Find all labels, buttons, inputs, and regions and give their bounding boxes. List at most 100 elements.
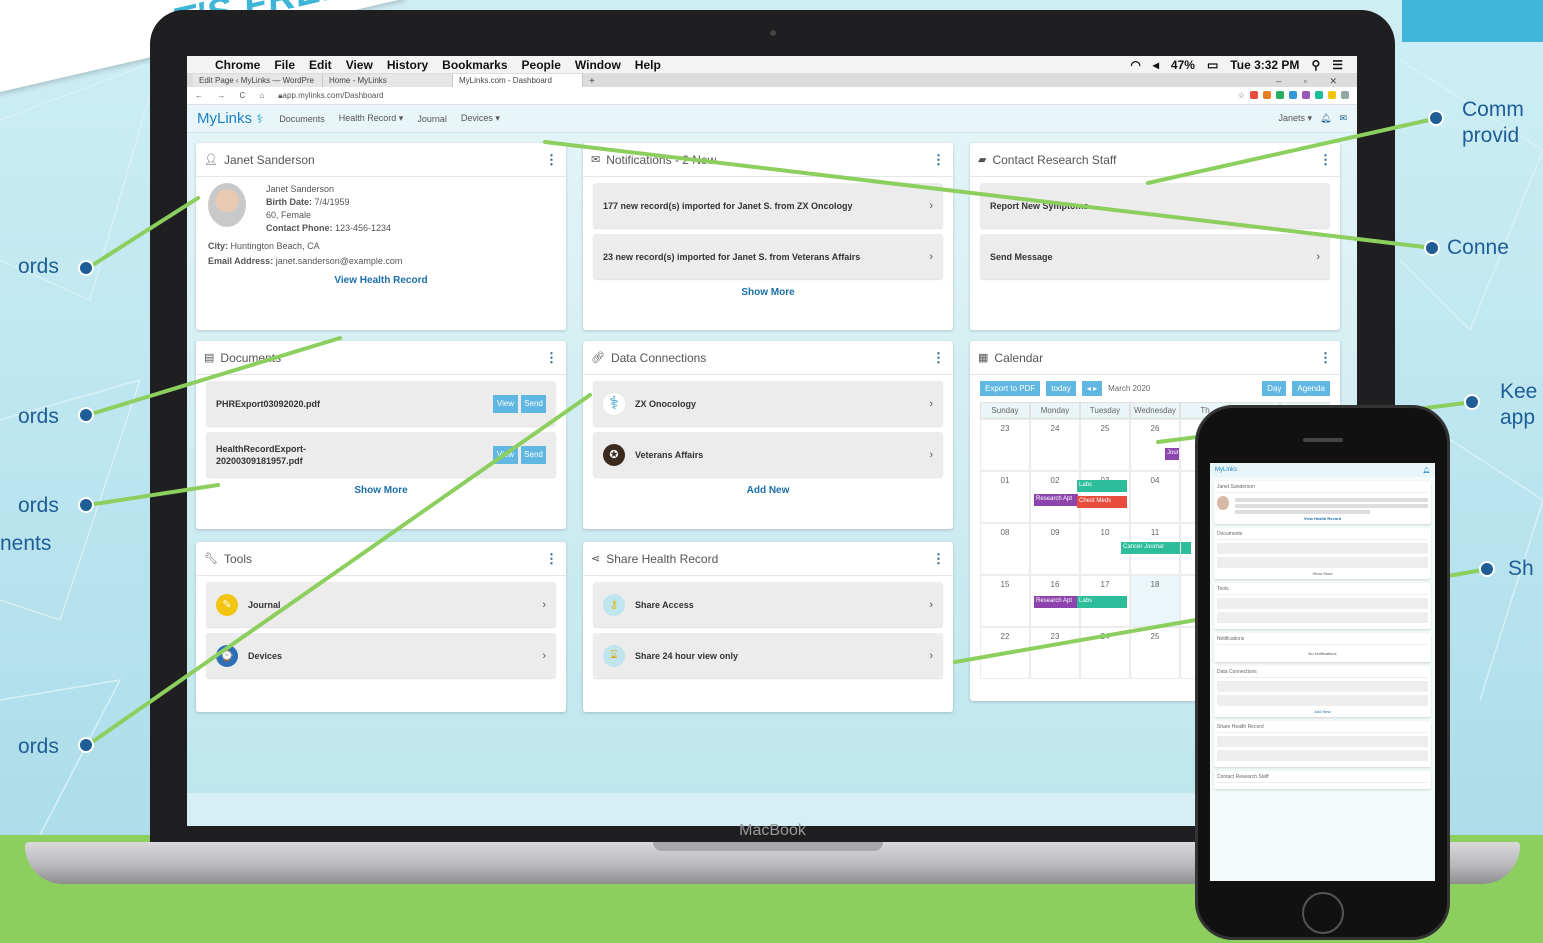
calendar-day[interactable]: 08: [980, 523, 1030, 575]
phone-add-new[interactable]: Add New: [1217, 709, 1428, 714]
phone-show-more[interactable]: Show More: [1217, 571, 1428, 576]
home-button[interactable]: [1302, 892, 1344, 934]
tab-edit-page[interactable]: Edit Page ‹ MyLinks — WordPre: [193, 74, 323, 87]
nav-buttons[interactable]: ← → C ⌂: [195, 91, 270, 100]
notification-center-icon[interactable]: ☰: [1332, 58, 1343, 72]
calendar-day[interactable]: 24: [1030, 419, 1080, 471]
phone-tool-row[interactable]: [1217, 598, 1428, 609]
calendar-day[interactable]: 26 Journal: [1130, 419, 1187, 471]
user-menu[interactable]: Janets ▾: [1278, 113, 1312, 124]
tab-dashboard[interactable]: MyLinks.com - Dashboard: [453, 74, 583, 87]
calendar-event[interactable]: Research Apt: [1034, 494, 1078, 506]
agenda-view-button[interactable]: Agenda: [1292, 381, 1330, 396]
mail-icon[interactable]: ✉: [1339, 113, 1347, 124]
calendar-event[interactable]: Journal: [1165, 448, 1187, 460]
menu-help[interactable]: Help: [635, 58, 661, 72]
calendar-day[interactable]: 22: [980, 627, 1030, 679]
mylinks-logo[interactable]: MyLinks ⚕: [197, 110, 263, 127]
calendar-day[interactable]: 09: [1030, 523, 1080, 575]
prev-next-buttons[interactable]: ◂ ▸: [1081, 381, 1103, 396]
url-field[interactable]: app.mylinks.com/Dashboard: [283, 91, 384, 100]
nav-documents[interactable]: Documents: [279, 114, 325, 124]
notification-item[interactable]: 177 new record(s) imported for Janet S. …: [593, 183, 943, 228]
calendar-day[interactable]: 04: [1130, 471, 1180, 523]
calendar-day[interactable]: 15: [980, 575, 1030, 627]
menu-bookmarks[interactable]: Bookmarks: [442, 58, 507, 72]
menu-window[interactable]: Window: [575, 58, 621, 72]
share-access-button[interactable]: ⚷ Share Access ›: [593, 582, 943, 627]
kebab-menu-icon[interactable]: ⋮: [932, 551, 945, 567]
phone-connection-row[interactable]: [1217, 695, 1428, 706]
extension-icon[interactable]: [1250, 91, 1258, 99]
calendar-day[interactable]: 16 Research Apt: [1030, 575, 1080, 627]
phone-connection-row[interactable]: [1217, 681, 1428, 692]
show-more-documents[interactable]: Show More: [196, 485, 566, 496]
window-controls[interactable]: – ▫ ✕: [1276, 76, 1357, 87]
extension-icon[interactable]: [1328, 91, 1336, 99]
extension-icon[interactable]: [1302, 91, 1310, 99]
phone-document-row[interactable]: [1217, 543, 1428, 554]
notification-item[interactable]: 23 new record(s) imported for Janet S. f…: [593, 234, 943, 279]
kebab-menu-icon[interactable]: ⋮: [545, 551, 558, 567]
calendar-day[interactable]: 25: [1130, 627, 1180, 679]
calendar-day[interactable]: 24: [1080, 627, 1130, 679]
calendar-day[interactable]: 03LabsChest Meds: [1077, 471, 1130, 523]
kebab-menu-icon[interactable]: ⋮: [1319, 350, 1332, 366]
add-new-connection[interactable]: Add New: [583, 485, 953, 496]
view-health-record-link[interactable]: View Health Record: [196, 275, 566, 286]
calendar-day[interactable]: 01: [980, 471, 1030, 523]
phone-document-row[interactable]: [1217, 557, 1428, 568]
menu-app[interactable]: Chrome: [215, 58, 260, 72]
calendar-event[interactable]: Research Apt: [1034, 596, 1078, 608]
calendar-event[interactable]: Labs: [1077, 596, 1127, 608]
tool-journal[interactable]: ✎ Journal ›: [206, 582, 556, 627]
send-message-button[interactable]: Send Message ›: [980, 234, 1330, 279]
connection-zx-oncology[interactable]: ⚕ ZX Onocology ›: [593, 381, 943, 426]
phone-view-health-record[interactable]: View Health Record: [1217, 516, 1428, 521]
phone-share-row[interactable]: [1217, 750, 1428, 761]
nav-devices[interactable]: Devices ▾: [461, 113, 500, 124]
kebab-menu-icon[interactable]: ⋮: [932, 350, 945, 366]
kebab-menu-icon[interactable]: ⋮: [932, 152, 945, 168]
connection-veterans-affairs[interactable]: ✪ Veterans Affairs ›: [593, 432, 943, 477]
menu-people[interactable]: People: [522, 58, 561, 72]
calendar-day[interactable]: 23: [1030, 627, 1080, 679]
share-24h-button[interactable]: ⌛︎ Share 24 hour view only ›: [593, 633, 943, 678]
extension-icon[interactable]: [1289, 91, 1297, 99]
extension-icon[interactable]: [1263, 91, 1271, 99]
menu-history[interactable]: History: [387, 58, 428, 72]
extension-icon[interactable]: [1341, 91, 1349, 99]
calendar-day[interactable]: 17 Labs: [1077, 575, 1130, 627]
extension-icon[interactable]: [1315, 91, 1323, 99]
new-tab-button[interactable]: +: [583, 76, 601, 87]
nav-health-record[interactable]: Health Record ▾: [339, 113, 404, 124]
wifi-icon[interactable]: ◠: [1130, 58, 1140, 72]
tab-home[interactable]: Home - MyLinks: [323, 74, 453, 87]
extension-icon[interactable]: [1276, 91, 1284, 99]
kebab-menu-icon[interactable]: ⋮: [545, 152, 558, 168]
calendar-day[interactable]: 02 Research Apt: [1030, 471, 1080, 523]
export-pdf-button[interactable]: Export to PDF: [980, 381, 1041, 396]
star-icon[interactable]: ☆: [1238, 91, 1245, 100]
calendar-event[interactable]: Chest Meds: [1077, 496, 1127, 508]
battery-percent[interactable]: 47%: [1171, 58, 1195, 72]
phone-tool-row[interactable]: [1217, 612, 1428, 623]
phone-share-row[interactable]: [1217, 736, 1428, 747]
show-more-notifications[interactable]: Show More: [583, 287, 953, 298]
phone-logo[interactable]: MyLinks: [1215, 467, 1237, 473]
bell-icon[interactable]: 🔔︎: [1422, 467, 1430, 474]
calendar-day[interactable]: 25: [1080, 419, 1130, 471]
report-symptoms-button[interactable]: Report New Symptoms: [980, 183, 1330, 228]
send-button[interactable]: Send: [521, 394, 546, 413]
menu-edit[interactable]: Edit: [309, 58, 332, 72]
calendar-day[interactable]: 11 Cancer Journal: [1121, 523, 1191, 575]
calendar-day[interactable]: 23: [980, 419, 1030, 471]
volume-icon[interactable]: ◂: [1153, 58, 1159, 72]
send-button[interactable]: Send: [521, 445, 546, 464]
day-view-button[interactable]: Day: [1262, 381, 1287, 396]
kebab-menu-icon[interactable]: ⋮: [545, 350, 558, 366]
tool-devices[interactable]: ⌚ Devices ›: [206, 633, 556, 678]
menu-file[interactable]: File: [274, 58, 295, 72]
calendar-day[interactable]: 18: [1130, 575, 1180, 627]
view-button[interactable]: View: [493, 394, 518, 413]
